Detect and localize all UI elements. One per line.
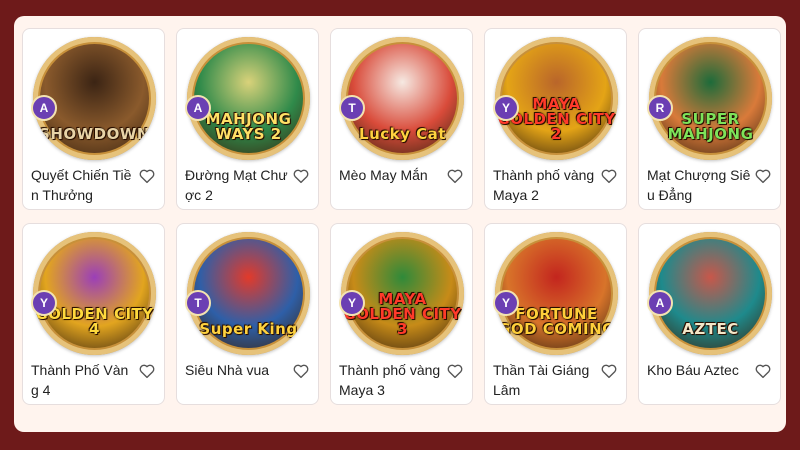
game-card-8[interactable]: MAYA GOLDEN CITY 3 Y Thành phố vàng Maya… bbox=[330, 223, 473, 405]
heart-icon[interactable] bbox=[446, 167, 464, 185]
game-name[interactable]: Quyết Chiến Tiền Thưởng bbox=[31, 165, 135, 205]
provider-badge: Y bbox=[339, 290, 365, 316]
game-name[interactable]: Thần Tài Giáng Lâm bbox=[493, 360, 597, 400]
game-name[interactable]: Siêu Nhà vua bbox=[185, 360, 289, 380]
provider-badge: A bbox=[185, 95, 211, 121]
game-card-7[interactable]: Super King T Siêu Nhà vua bbox=[176, 223, 319, 405]
game-card-1[interactable]: SHOWDOWN A Quyết Chiến Tiền Thưởng bbox=[22, 28, 165, 210]
game-name[interactable]: Thành phố vàng Maya 3 bbox=[339, 360, 443, 400]
game-card-4[interactable]: MAYA GOLDEN CITY 2 Y Thành phố vàng Maya… bbox=[484, 28, 627, 210]
game-card-10[interactable]: AZTEC A Kho Báu Aztec bbox=[638, 223, 781, 405]
game-name[interactable]: Thành phố vàng Maya 2 bbox=[493, 165, 597, 205]
heart-icon[interactable] bbox=[292, 167, 310, 185]
game-card-2[interactable]: MAHJONG WAYS 2 A Đường Mạt Chược 2 bbox=[176, 28, 319, 210]
game-name[interactable]: Thành Phố Vàng 4 bbox=[31, 360, 135, 400]
game-logo-text: SHOWDOWN bbox=[39, 125, 150, 143]
heart-icon[interactable] bbox=[600, 362, 618, 380]
provider-badge: T bbox=[185, 290, 211, 316]
provider-badge: R bbox=[647, 95, 673, 121]
game-card-6[interactable]: GOLDEN CITY 4 Y Thành Phố Vàng 4 bbox=[22, 223, 165, 405]
game-card-5[interactable]: SUPER MAHJONG R Mạt Chượng Siêu Đẳng bbox=[638, 28, 781, 210]
game-card-9[interactable]: FORTUNE GOD COMING Y Thần Tài Giáng Lâm bbox=[484, 223, 627, 405]
game-logo-text: Lucky Cat bbox=[359, 125, 446, 143]
heart-icon[interactable] bbox=[292, 362, 310, 380]
games-grid: SHOWDOWN A Quyết Chiến Tiền Thưởng MAHJO… bbox=[22, 28, 781, 405]
heart-icon[interactable] bbox=[754, 167, 772, 185]
game-logo-text: Super King bbox=[199, 320, 298, 338]
game-logo-text: AZTEC bbox=[682, 320, 739, 338]
game-card-3[interactable]: Lucky Cat T Mèo May Mắn bbox=[330, 28, 473, 210]
provider-badge: A bbox=[647, 290, 673, 316]
game-name[interactable]: Đường Mạt Chược 2 bbox=[185, 165, 289, 205]
heart-icon[interactable] bbox=[138, 362, 156, 380]
games-panel: SHOWDOWN A Quyết Chiến Tiền Thưởng MAHJO… bbox=[14, 16, 786, 432]
provider-badge: Y bbox=[31, 290, 57, 316]
heart-icon[interactable] bbox=[138, 167, 156, 185]
heart-icon[interactable] bbox=[600, 167, 618, 185]
provider-badge: A bbox=[31, 95, 57, 121]
provider-badge: T bbox=[339, 95, 365, 121]
provider-badge: Y bbox=[493, 290, 519, 316]
provider-badge: Y bbox=[493, 95, 519, 121]
game-name[interactable]: Kho Báu Aztec bbox=[647, 360, 751, 380]
game-name[interactable]: Mèo May Mắn bbox=[339, 165, 443, 185]
heart-icon[interactable] bbox=[754, 362, 772, 380]
heart-icon[interactable] bbox=[446, 362, 464, 380]
game-name[interactable]: Mạt Chượng Siêu Đẳng bbox=[647, 165, 751, 205]
